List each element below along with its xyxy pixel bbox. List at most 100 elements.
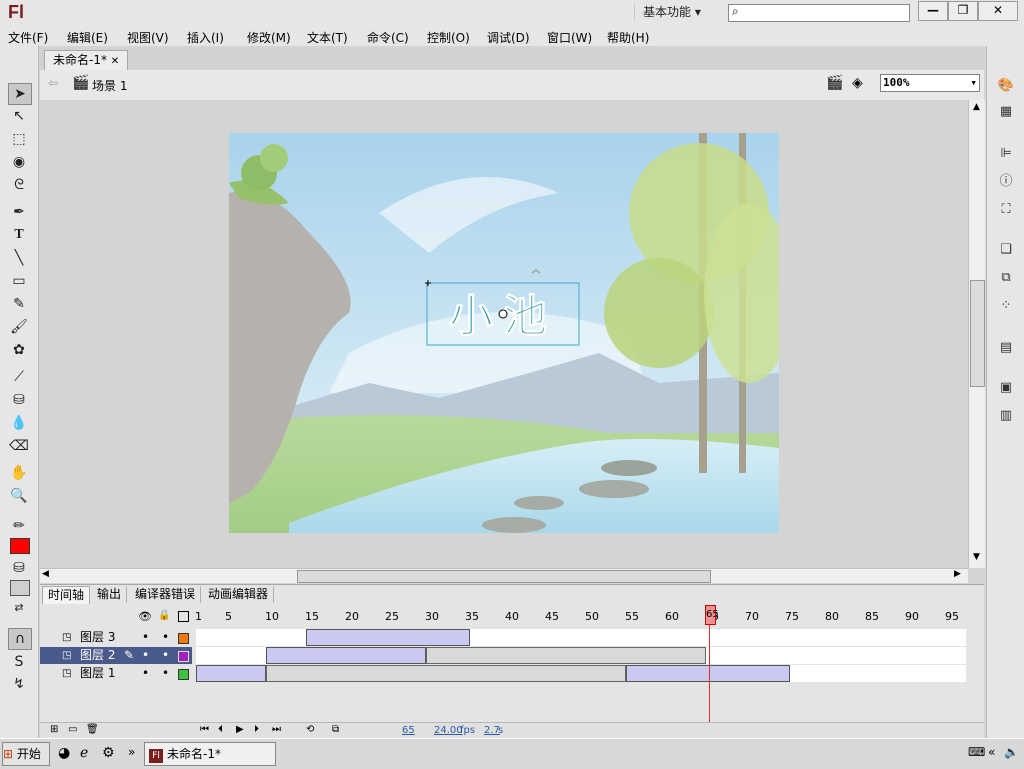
taskbar-item-flash[interactable]: Fl 未命名-1*: [144, 742, 276, 766]
menu-insert[interactable]: 插入(I): [187, 29, 224, 46]
align-panel-icon[interactable]: ⊫: [997, 146, 1015, 162]
scroll-down-icon[interactable]: ▼: [970, 552, 983, 564]
library-panel-icon[interactable]: ▤: [997, 340, 1015, 356]
components-panel-icon[interactable]: ⧉: [997, 270, 1015, 286]
playhead[interactable]: 65: [705, 605, 719, 625]
close-button[interactable]: ✕: [978, 1, 1018, 21]
edit-symbols-icon[interactable]: ◈: [852, 75, 863, 91]
stage[interactable]: 小池: [229, 133, 779, 533]
motion-tween[interactable]: [266, 647, 426, 664]
bone-tool-icon[interactable]: ⟋: [8, 367, 30, 387]
new-layer-icon[interactable]: ⊞: [50, 724, 58, 735]
lasso-tool-icon[interactable]: ᘓ: [8, 175, 30, 195]
swap-colors-icon[interactable]: ⇄: [8, 598, 30, 618]
tab-compiler-errors[interactable]: 编译器错误: [130, 586, 202, 603]
edit-scene-icon[interactable]: 🎬: [826, 75, 843, 91]
zoom-dropdown[interactable]: 100% ▾: [880, 74, 980, 92]
code-snippets-icon[interactable]: ❏: [997, 242, 1015, 258]
visibility-dot[interactable]: •: [142, 647, 149, 664]
layer-name[interactable]: 图层 2: [80, 647, 115, 664]
delete-layer-icon[interactable]: 🗑: [86, 724, 99, 735]
layer-color-swatch[interactable]: [178, 669, 189, 680]
vertical-scroll-thumb[interactable]: [970, 280, 985, 387]
menu-modify[interactable]: 修改(M): [247, 29, 291, 46]
current-frame-readout[interactable]: 65: [402, 725, 415, 736]
layer-frames[interactable]: [196, 647, 966, 664]
outline-icon[interactable]: [178, 611, 189, 622]
new-folder-icon[interactable]: ▭: [68, 724, 77, 735]
text-tool-icon[interactable]: T: [8, 225, 30, 245]
movie-explorer-icon[interactable]: ▥: [997, 408, 1015, 424]
deco-tool-icon[interactable]: ✿: [8, 340, 30, 360]
start-button[interactable]: ⊞ 开始: [2, 742, 50, 766]
smooth-icon[interactable]: S: [8, 652, 30, 672]
tab-document[interactable]: 未命名-1* ✕: [44, 50, 129, 70]
lock-dot[interactable]: •: [162, 629, 169, 646]
minimize-button[interactable]: —: [918, 1, 948, 21]
color-panel-icon[interactable]: 🎨: [997, 78, 1015, 94]
visibility-dot[interactable]: •: [142, 665, 149, 682]
fill-bucket-icon[interactable]: ⛁: [8, 558, 30, 578]
layer-frames[interactable]: [196, 665, 966, 682]
subselection-tool-icon[interactable]: ↖: [8, 106, 30, 126]
loop-icon[interactable]: ⟲: [306, 724, 314, 735]
static-frames[interactable]: [426, 647, 706, 664]
step-forward-icon[interactable]: ⏵: [254, 724, 259, 735]
quicklaunch-more-icon[interactable]: »: [128, 745, 135, 759]
straighten-icon[interactable]: ↯: [8, 674, 30, 694]
restore-button[interactable]: ❐: [948, 1, 978, 21]
paint-bucket-tool-icon[interactable]: ⛁: [8, 390, 30, 410]
menu-debug[interactable]: 调试(D): [487, 29, 530, 46]
layer-frames[interactable]: [196, 629, 966, 646]
menu-view[interactable]: 视图(V): [127, 29, 169, 46]
horizontal-scroll-thumb[interactable]: [297, 570, 711, 583]
info-panel-icon[interactable]: ⓘ: [997, 174, 1015, 190]
search-input[interactable]: ⌕: [728, 4, 910, 22]
fps-readout[interactable]: 24.00: [434, 725, 463, 736]
visibility-dot[interactable]: •: [142, 629, 149, 646]
rectangle-tool-icon[interactable]: ▭: [8, 271, 30, 291]
ie-icon[interactable]: ℯ: [80, 745, 88, 761]
vertical-scrollbar[interactable]: ▲ ▼: [968, 100, 985, 568]
play-icon[interactable]: ▶: [236, 724, 244, 735]
tab-timeline[interactable]: 时间轴: [42, 586, 91, 604]
settings-icon[interactable]: ⚙: [102, 745, 115, 761]
menu-text[interactable]: 文本(T): [307, 29, 348, 46]
back-arrow-icon[interactable]: ⇦: [48, 76, 58, 90]
horizontal-scrollbar[interactable]: ◀ ▶: [40, 568, 968, 583]
lock-dot[interactable]: •: [162, 665, 169, 682]
frame-ruler[interactable]: 1 5 10 15 20 25 30 35 40 45 50 55 60 65 …: [195, 607, 984, 627]
tray-expand-icon[interactable]: «: [988, 745, 995, 759]
menu-window[interactable]: 窗口(W): [547, 29, 592, 46]
first-frame-icon[interactable]: ⏮: [200, 724, 209, 735]
layer-row[interactable]: ◳ 图层 3 • •: [40, 629, 192, 646]
eye-icon[interactable]: 👁: [138, 610, 152, 623]
static-frames[interactable]: [266, 665, 626, 682]
line-tool-icon[interactable]: ╲: [8, 248, 30, 268]
keyboard-icon[interactable]: ⌨: [968, 745, 985, 759]
lock-icon[interactable]: 🔒: [158, 610, 170, 621]
fill-color-swatch[interactable]: [10, 538, 30, 554]
motion-tween[interactable]: [306, 629, 470, 646]
selection-tool-icon[interactable]: ➤: [8, 83, 32, 105]
menu-file[interactable]: 文件(F): [8, 29, 48, 46]
workspace-dropdown[interactable]: 基本功能 ▾: [634, 3, 725, 21]
step-back-icon[interactable]: ⏴: [218, 724, 223, 735]
free-transform-tool-icon[interactable]: ⬚: [8, 129, 30, 149]
pencil-tool-icon[interactable]: ✎: [8, 294, 30, 314]
stroke-color-icon[interactable]: ✏: [8, 516, 30, 536]
motion-tween[interactable]: [196, 665, 266, 682]
menu-help[interactable]: 帮助(H): [607, 29, 649, 46]
menu-control[interactable]: 控制(O): [427, 29, 470, 46]
swap-color-swatch[interactable]: [10, 580, 30, 596]
menu-edit[interactable]: 编辑(E): [67, 29, 108, 46]
lock-dot[interactable]: •: [162, 647, 169, 664]
close-tab-icon[interactable]: ✕: [111, 56, 119, 67]
tab-motion-editor[interactable]: 动画编辑器: [203, 586, 275, 603]
hand-tool-icon[interactable]: ✋: [8, 463, 30, 483]
3d-rotation-tool-icon[interactable]: ◉: [8, 152, 30, 172]
menu-commands[interactable]: 命令(C): [367, 29, 409, 46]
motion-tween[interactable]: [626, 665, 790, 682]
onion-skin-icon[interactable]: ⧉: [332, 724, 339, 735]
layer-name[interactable]: 图层 1: [80, 665, 115, 682]
